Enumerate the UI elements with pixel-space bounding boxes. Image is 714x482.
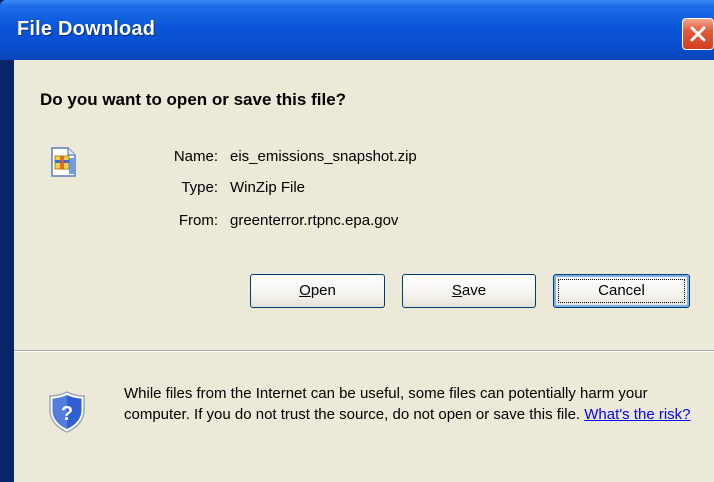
warning-text: While files from the Internet can be use… <box>124 385 648 423</box>
cancel-button[interactable]: Cancel <box>553 274 690 308</box>
file-from-label: From: <box>178 212 218 229</box>
close-button[interactable] <box>682 18 714 50</box>
dialog-body: Do you want to open or save this file? N… <box>14 60 714 482</box>
whats-the-risk-link[interactable]: What's the risk? <box>584 406 690 423</box>
file-name-value: eis_emissions_snapshot.zip <box>230 148 417 165</box>
save-button[interactable]: Save <box>402 274 536 308</box>
open-button-label: pen <box>310 282 336 299</box>
window-title: File Download <box>17 18 156 40</box>
open-button-mnemonic: O <box>299 282 311 299</box>
file-name-label: Name: <box>173 148 218 165</box>
focus-rectangle <box>558 279 685 303</box>
winzip-file-icon <box>51 147 76 177</box>
close-icon <box>690 26 706 42</box>
svg-text:?: ? <box>61 403 73 425</box>
file-from-value: greenterror.rtpnc.epa.gov <box>230 212 399 229</box>
security-warning: While files from the Internet can be use… <box>124 383 704 425</box>
file-download-dialog: File Download Do you want to open or sav… <box>0 0 714 482</box>
open-button[interactable]: Open <box>250 274 385 308</box>
file-type-value: WinZip File <box>230 179 306 196</box>
dialog-question: Do you want to open or save this file? <box>40 90 347 109</box>
separator-highlight <box>14 351 714 352</box>
title-bar[interactable]: File Download <box>0 0 714 60</box>
file-type-label: Type: <box>181 179 218 196</box>
save-button-mnemonic: S <box>451 282 462 299</box>
save-button-label: ave <box>461 282 487 299</box>
security-shield-question-icon: ? <box>49 391 85 433</box>
